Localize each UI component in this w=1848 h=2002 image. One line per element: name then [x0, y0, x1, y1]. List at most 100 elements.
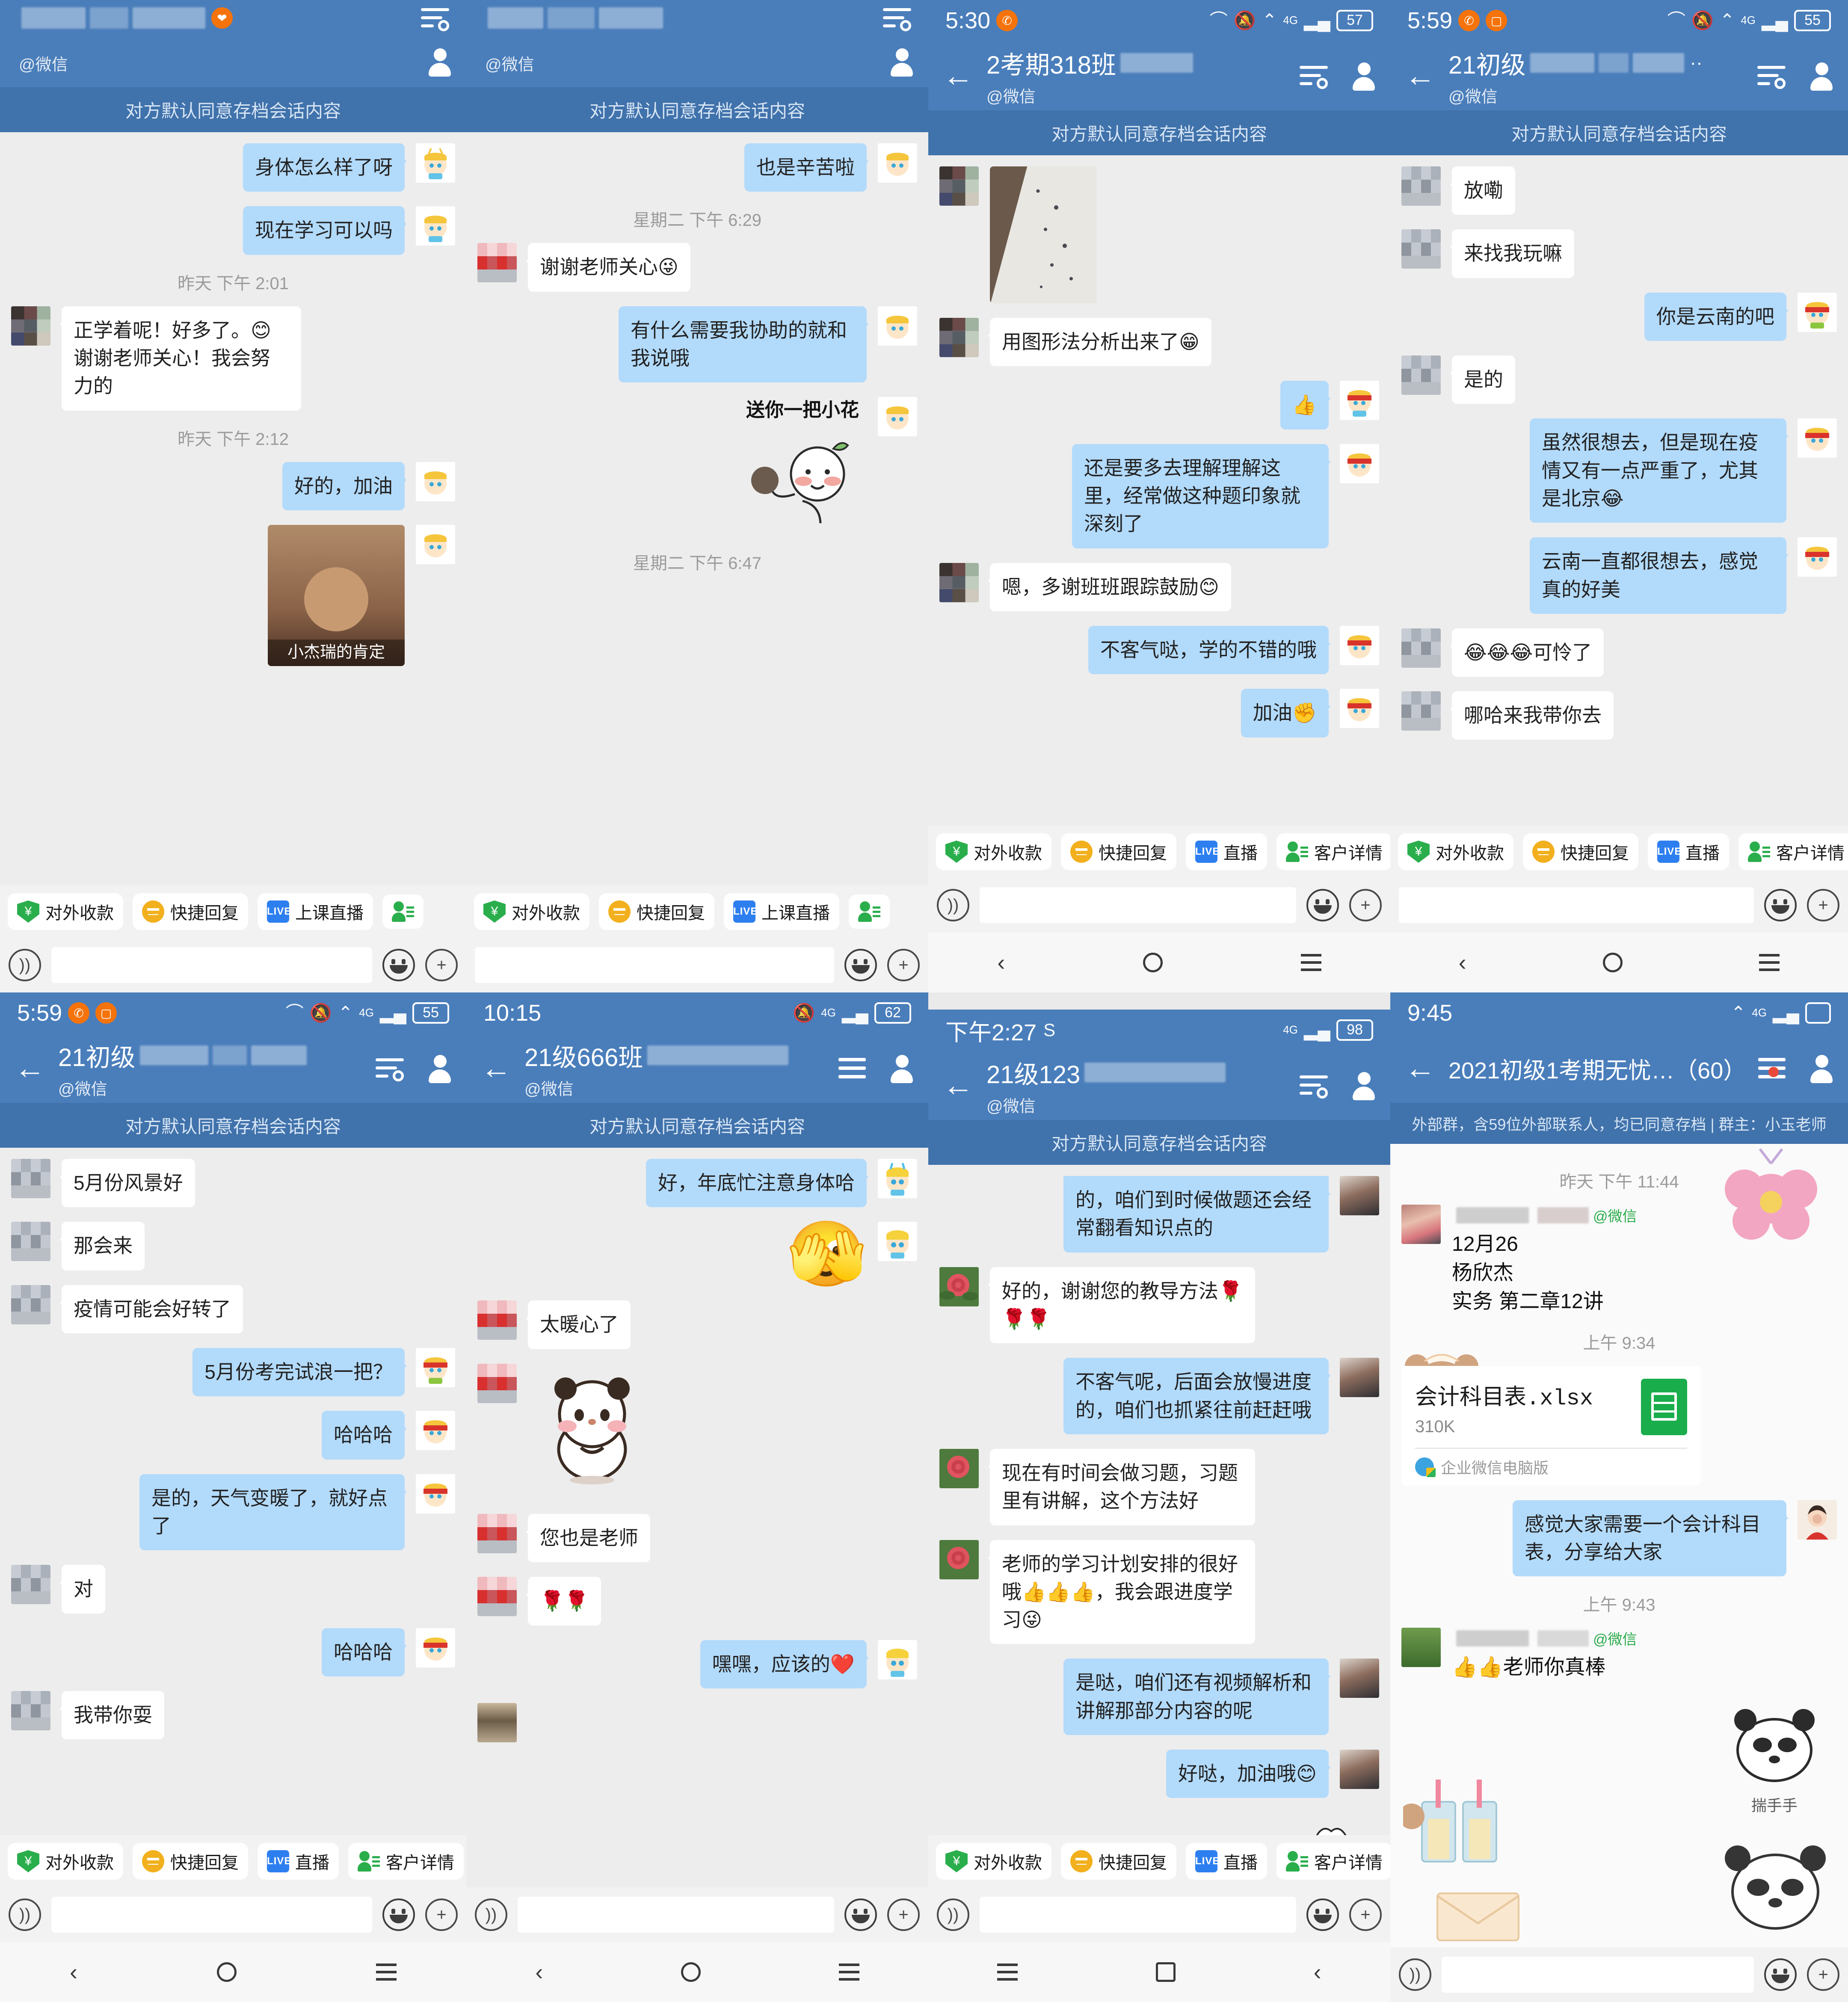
quick-action-customer-detail[interactable] — [849, 894, 890, 929]
sticker-message[interactable] — [1304, 1812, 1368, 1835]
message-row[interactable]: 哈哈哈 — [11, 1628, 455, 1676]
avatar[interactable] — [416, 1474, 455, 1513]
system-nav-bar-6[interactable]: ‹ — [466, 1942, 928, 2002]
sticker-message[interactable]: 小杰瑞的肯定 — [268, 524, 405, 666]
contacts-icon[interactable] — [1810, 62, 1833, 91]
photo-thumbnail[interactable] — [990, 166, 1097, 303]
quick-action-bar-7[interactable]: ¥ 对外收款 快捷回复 LIVE 直播 客户详情 ·· — [928, 1835, 1390, 1887]
message-row[interactable]: 是的，天气变暖了，就好点了 — [11, 1474, 455, 1551]
avatar[interactable] — [939, 1267, 979, 1306]
system-recents-icon[interactable] — [997, 1964, 1018, 1981]
message-row[interactable]: 现在有时间会做习题，习题里有讲解，这个方法好 — [939, 1448, 1379, 1525]
avatar[interactable] — [1401, 1628, 1441, 1667]
message-row[interactable]: 👍 — [939, 381, 1379, 429]
avatar[interactable] — [1340, 1658, 1379, 1698]
system-home-icon[interactable] — [216, 1962, 237, 1982]
message-row[interactable]: 揣手手 — [1401, 1690, 1837, 1816]
plus-icon[interactable]: + — [887, 1898, 920, 1931]
emoji-icon[interactable] — [382, 1898, 415, 1931]
chat-body-8[interactable]: 昨天 下午 11:44 @微信 12月26 杨欣杰 实务 第二章12讲 上午 9… — [1390, 1144, 1848, 1947]
quick-action-collect-payment[interactable]: ¥ 对外收款 — [1398, 833, 1513, 870]
message-row[interactable]: 送你一把小花 — [477, 397, 917, 535]
quick-action-collect-payment[interactable]: ¥ 对外收款 — [936, 1843, 1051, 1880]
voice-icon[interactable]: )) — [1399, 1958, 1431, 1991]
back-button[interactable]: ← — [943, 1070, 982, 1101]
system-home-icon[interactable] — [681, 1962, 701, 1982]
emoji-icon[interactable] — [1764, 889, 1797, 921]
contacts-icon[interactable] — [890, 1055, 914, 1083]
file-message-card[interactable]: 会计科目表.xlsx 310K 企业微信电脑版 — [1401, 1365, 1701, 1486]
group-contacts-icon[interactable] — [1810, 1055, 1833, 1083]
avatar[interactable] — [477, 1300, 517, 1340]
quick-action-bar-3[interactable]: ¥ 对外收款 快捷回复 LIVE 直播 客户详情 — [928, 826, 1390, 878]
message-row[interactable]: 身体怎么样了呀 — [11, 143, 455, 192]
avatar[interactable] — [1340, 1358, 1379, 1398]
avatar[interactable] — [1340, 1750, 1379, 1789]
message-row[interactable]: 感觉大家需要一个会计科目表，分享给大家 — [1401, 1500, 1837, 1577]
message-row[interactable] — [939, 1812, 1379, 1835]
system-recents-icon[interactable] — [1759, 954, 1780, 971]
system-back-icon[interactable]: ‹ — [1459, 951, 1466, 974]
message-input[interactable] — [1399, 887, 1754, 923]
message-row[interactable]: 不客气呢，后面会放慢进度的，咱们也抓紧往前赶赶哦 — [939, 1358, 1379, 1434]
system-home-icon[interactable] — [1143, 953, 1163, 972]
avatar[interactable] — [416, 206, 455, 246]
sticker-message[interactable]: 送你一把小花 — [738, 397, 867, 535]
avatar[interactable] — [11, 1691, 50, 1730]
message-row[interactable]: 哪哈来我带你去 — [1401, 691, 1837, 740]
avatar[interactable] — [1401, 355, 1441, 395]
quick-action-live[interactable]: LIVE 直播 — [1186, 833, 1267, 870]
avatar[interactable] — [939, 1448, 979, 1488]
avatar[interactable] — [878, 1640, 917, 1679]
system-back-icon[interactable]: ‹ — [535, 1961, 543, 1984]
message-row[interactable]: 还是要多去理解理解这里，经常做这种题印象就深刻了 — [939, 444, 1379, 548]
quick-action-customer-detail[interactable]: 客户详情 — [1738, 833, 1848, 870]
message-row[interactable]: @微信 12月26 杨欣杰 实务 第二章12讲 — [1401, 1205, 1837, 1316]
message-input[interactable] — [518, 1897, 834, 1933]
avatar[interactable] — [878, 143, 917, 183]
filter-icon[interactable] — [883, 7, 911, 31]
avatar[interactable] — [416, 1628, 455, 1667]
plus-icon[interactable]: + — [1807, 889, 1839, 921]
system-back-icon[interactable]: ‹ — [997, 951, 1005, 974]
message-row[interactable]: 谢谢老师关心😜 — [477, 243, 917, 292]
message-row[interactable]: 会计科目表.xlsx 310K 企业微信电脑版 — [1401, 1365, 1837, 1486]
avatar[interactable] — [878, 306, 917, 346]
system-recents-icon[interactable] — [376, 1964, 397, 1981]
message-row[interactable]: 放嘞 — [1401, 166, 1837, 215]
input-bar-4[interactable]: + — [1390, 878, 1848, 933]
quick-action-quick-reply[interactable]: 快捷回复 — [133, 1843, 248, 1880]
avatar[interactable] — [1401, 1205, 1441, 1244]
contacts-icon[interactable] — [890, 48, 914, 77]
system-nav-bar-5[interactable]: ‹ — [0, 1942, 466, 2002]
chat-body-1[interactable]: 身体怎么样了呀 现在学习可以吗 昨天 下午 2:01 正学着呢！好多了。😊谢谢老… — [0, 132, 466, 886]
plus-icon[interactable]: + — [1349, 1898, 1382, 1931]
message-row[interactable] — [477, 1363, 917, 1499]
avatar[interactable] — [878, 1222, 917, 1262]
contacts-icon[interactable] — [428, 48, 452, 77]
emoji-icon[interactable] — [1764, 1958, 1797, 1991]
chat-body-2[interactable]: 也是辛苦啦 星期二 下午 6:29 谢谢老师关心😜 有什么需要我协助的就和我说哦… — [466, 132, 928, 886]
voice-icon[interactable]: )) — [937, 889, 969, 921]
message-row[interactable]: 好的，加油 — [11, 462, 455, 510]
avatar[interactable] — [11, 1159, 50, 1198]
message-row[interactable]: 5月份考完试浪一把？ — [11, 1348, 455, 1397]
quick-action-customer-detail[interactable] — [382, 894, 424, 929]
avatar[interactable] — [1798, 292, 1837, 332]
filter-icon[interactable] — [376, 1057, 404, 1081]
system-recents-icon[interactable] — [838, 1964, 859, 1981]
avatar[interactable] — [477, 1513, 517, 1553]
avatar[interactable] — [477, 1577, 517, 1617]
message-row[interactable]: 虽然很想去，但是现在疫情又有一点严重了，尤其是北京😂 — [1401, 418, 1837, 523]
sticker-message[interactable] — [528, 1364, 656, 1499]
avatar[interactable] — [1798, 418, 1837, 458]
message-row[interactable]: 那会来 — [11, 1222, 455, 1270]
quick-action-collect-payment[interactable]: ¥ 对外收款 — [8, 893, 123, 930]
message-row[interactable]: 哈哈哈 — [11, 1411, 455, 1460]
image-message[interactable] — [990, 166, 1097, 303]
message-row[interactable]: 🌹🌹 — [477, 1577, 917, 1626]
voice-icon[interactable]: )) — [9, 949, 41, 981]
avatar[interactable] — [939, 1540, 979, 1579]
message-row[interactable] — [939, 166, 1379, 303]
voice-icon[interactable]: )) — [937, 1898, 969, 1931]
